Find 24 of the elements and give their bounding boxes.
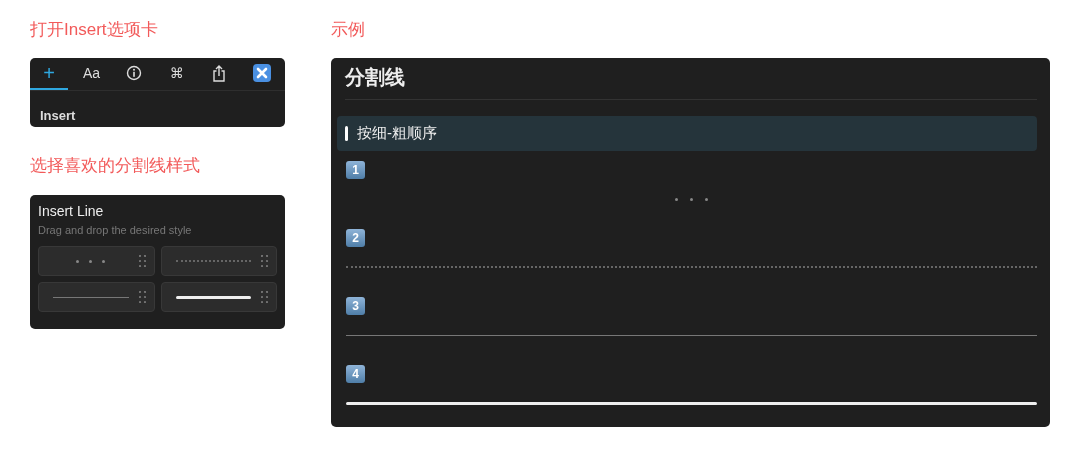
toolbar-tab[interactable]: +	[30, 58, 68, 90]
info-icon	[126, 65, 143, 81]
document-title: 分割线	[344, 65, 406, 90]
number-badge: 3	[346, 297, 365, 315]
toolbar-tab[interactable]: ⌘	[157, 58, 196, 90]
drag-handle-icon	[138, 291, 146, 303]
dots-divider	[76, 259, 106, 263]
close-icon	[252, 64, 271, 82]
panel-hint: Drag and drop the desired style	[38, 224, 193, 236]
callout-text: 按细-粗顺序	[357, 124, 437, 143]
line-style-option[interactable]	[160, 282, 277, 312]
number-badge: 4	[346, 365, 365, 383]
drag-handle-icon	[138, 255, 146, 267]
panel-title: Insert Line	[38, 203, 105, 219]
drag-handle-icon	[261, 291, 268, 303]
share-icon	[212, 64, 227, 82]
step-caption: 打开Insert选项卡	[30, 19, 159, 41]
section-label: Insert	[39, 107, 77, 123]
step-caption: 选择喜欢的分割线样式	[30, 155, 201, 177]
toolbar-tab[interactable]: Aa	[72, 58, 111, 90]
number-badge: 1	[346, 161, 365, 179]
example-caption: 示例	[331, 19, 366, 41]
number-badge: 2	[346, 229, 365, 247]
drag-handle-icon	[261, 255, 268, 267]
